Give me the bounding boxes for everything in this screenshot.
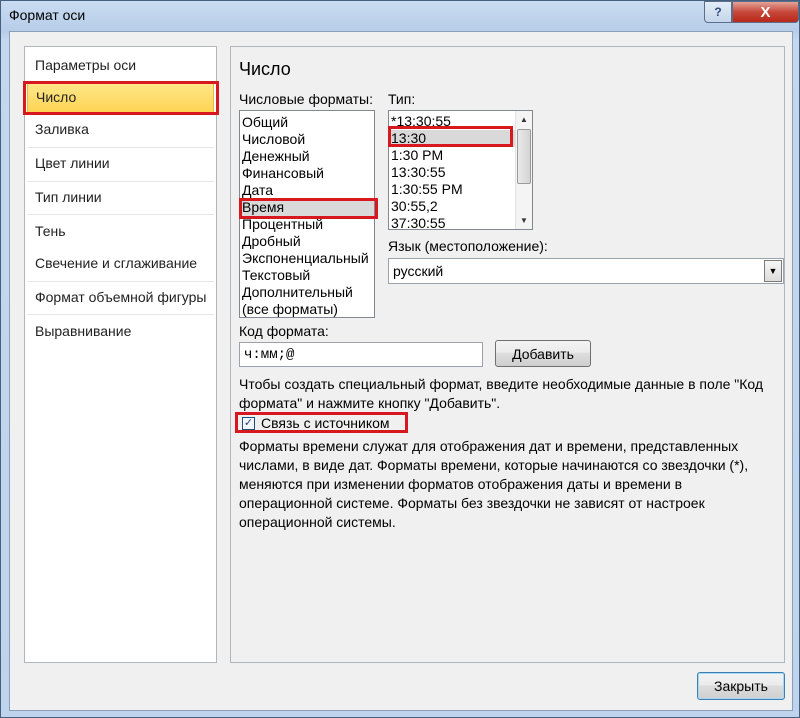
list-item[interactable]: 1:30 PM xyxy=(389,147,532,164)
dialog-client-area: Параметры оси Число Заливка Цвет линии Т… xyxy=(9,31,793,711)
help-button[interactable]: ? xyxy=(704,1,732,23)
categories-label: Числовые форматы: xyxy=(239,91,373,107)
list-item[interactable]: *13:30:55 xyxy=(389,113,532,130)
nav-item-axis-options[interactable]: Параметры оси xyxy=(27,49,214,81)
format-code-label: Код формата: xyxy=(239,323,329,339)
category-nav: Параметры оси Число Заливка Цвет линии Т… xyxy=(24,46,217,663)
list-item[interactable]: Текстовый xyxy=(240,267,374,284)
format-code-input[interactable]: ч:мм;@ xyxy=(239,342,483,367)
type-listbox[interactable]: *13:30:55 13:30 1:30 PM 13:30:55 1:30:55… xyxy=(388,110,533,230)
list-item[interactable]: (все форматы) xyxy=(240,301,374,317)
format-hint: Чтобы создать специальный формат, введит… xyxy=(239,376,764,411)
nav-item-shadow[interactable]: Тень xyxy=(27,215,214,247)
list-item[interactable]: Дополнительный xyxy=(240,284,374,301)
list-item[interactable]: Общий xyxy=(240,114,374,131)
scroll-thumb[interactable] xyxy=(517,129,531,184)
list-item[interactable]: 13:30:55 xyxy=(389,164,532,181)
panel-heading: Число xyxy=(239,59,291,79)
close-button[interactable]: Закрыть xyxy=(697,672,785,700)
link-source-checkbox[interactable]: ✓ xyxy=(242,417,255,430)
list-item-selected[interactable]: 13:30 xyxy=(389,130,532,147)
dialog-window: Формат оси ? X Параметры оси Число Залив… xyxy=(0,0,800,718)
locale-label: Язык (местоположение): xyxy=(388,238,548,254)
scroll-up-icon[interactable]: ▲ xyxy=(516,111,532,128)
window-close-button[interactable]: X xyxy=(732,1,799,23)
nav-item-fill[interactable]: Заливка xyxy=(27,113,214,145)
list-item[interactable]: Финансовый xyxy=(240,165,374,182)
list-item[interactable]: 30:55,2 xyxy=(389,198,532,215)
list-item[interactable]: Экспоненциальный xyxy=(240,250,374,267)
nav-item-number[interactable]: Число xyxy=(27,81,214,113)
time-format-description: Форматы времени служат для отображения д… xyxy=(239,438,749,530)
add-button[interactable]: Добавить xyxy=(495,340,591,367)
list-item[interactable]: 1:30:55 PM xyxy=(389,181,532,198)
categories-listbox[interactable]: Общий Числовой Денежный Финансовый Дата … xyxy=(239,110,375,318)
list-item[interactable]: Денежный xyxy=(240,148,374,165)
type-scrollbar[interactable]: ▲ ▼ xyxy=(515,111,532,229)
nav-item-line-color[interactable]: Цвет линии xyxy=(27,147,214,179)
chevron-down-icon[interactable]: ▼ xyxy=(764,260,782,282)
nav-item-glow[interactable]: Свечение и сглаживание xyxy=(27,247,214,279)
list-item[interactable]: Дата xyxy=(240,182,374,199)
nav-item-alignment[interactable]: Выравнивание xyxy=(27,315,214,347)
list-item-selected[interactable]: Время xyxy=(240,199,374,216)
type-label: Тип: xyxy=(388,91,416,107)
nav-item-3d-format[interactable]: Формат объемной фигуры xyxy=(27,281,214,313)
list-item[interactable]: Процентный xyxy=(240,216,374,233)
locale-select[interactable]: русский ▼ xyxy=(388,258,784,284)
list-item[interactable]: 37:30:55 xyxy=(389,215,532,229)
list-item[interactable]: Числовой xyxy=(240,131,374,148)
list-item[interactable]: Дробный xyxy=(240,233,374,250)
number-panel: Число Числовые форматы: Общий Числовой Д… xyxy=(230,46,785,663)
locale-value: русский xyxy=(393,263,444,279)
nav-item-line-style[interactable]: Тип линии xyxy=(27,181,214,213)
window-title: Формат оси xyxy=(9,7,86,23)
link-source-label[interactable]: Связь с источником xyxy=(261,415,390,431)
scroll-down-icon[interactable]: ▼ xyxy=(516,212,532,229)
